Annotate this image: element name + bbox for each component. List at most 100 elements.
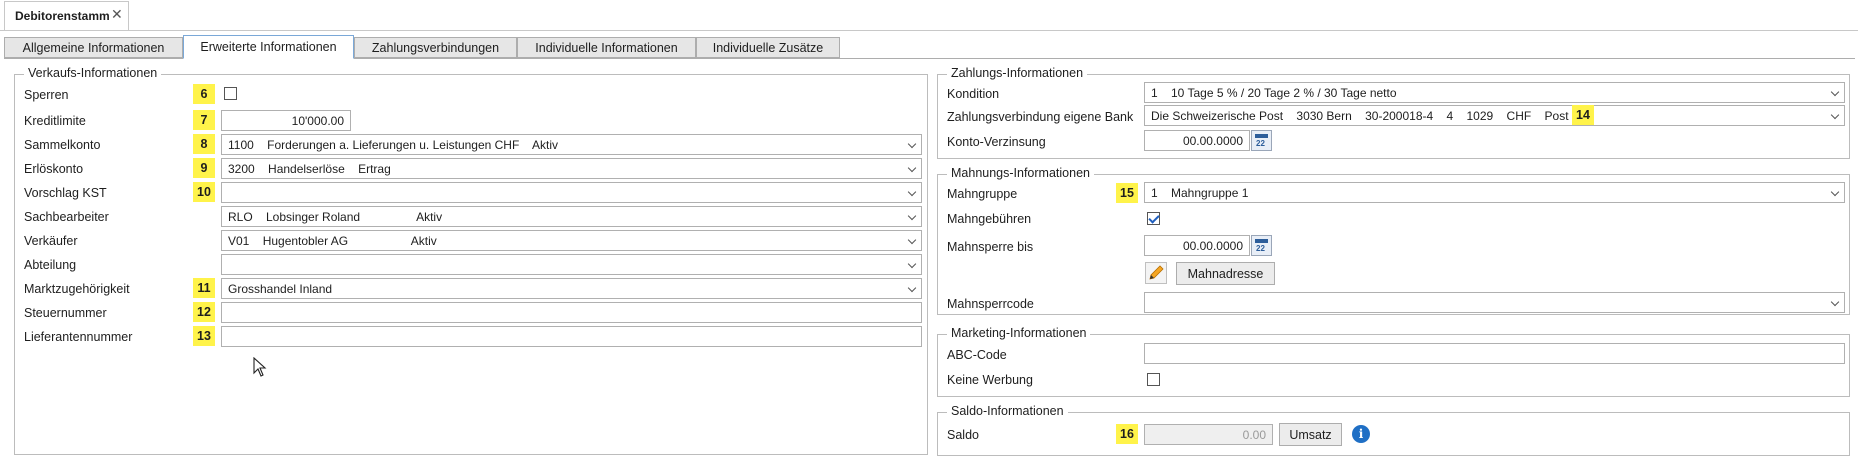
chevron-down-icon — [907, 163, 917, 173]
callout-badge-10: 10 — [193, 182, 215, 202]
marktzugehoerigkeit-value: Grosshandel Inland — [228, 281, 333, 296]
close-icon[interactable]: ✕ — [111, 6, 123, 23]
kreditlimite-input[interactable]: 10'000.00 — [221, 110, 351, 131]
saldo-group — [937, 412, 1850, 456]
chevron-down-icon — [1830, 110, 1840, 120]
tab-strip-divider — [0, 30, 1858, 31]
sperren-checkbox[interactable] — [224, 87, 237, 100]
mahngebuehren-checkbox[interactable] — [1147, 212, 1160, 225]
keine-werbung-checkbox[interactable] — [1147, 373, 1160, 386]
erloeskonto-label: Erlöskonto — [24, 162, 84, 176]
erloeskonto-select[interactable]: 3200 Handelserlöse Ertrag — [221, 158, 922, 179]
verkaeufer-value: V01 Hugentobler AG Aktiv — [228, 233, 437, 248]
marktzugehoerigkeit-select[interactable]: Grosshandel Inland — [221, 278, 922, 299]
chevron-down-icon — [907, 139, 917, 149]
sachbearbeiter-select[interactable]: RLO Lobsinger Roland Aktiv — [221, 206, 922, 227]
sammelkonto-select[interactable]: 1100 Forderungen a. Lieferungen u. Leist… — [221, 134, 922, 155]
mahnungs-group-title: Mahnungs-Informationen — [947, 166, 1094, 180]
tab-individuelle-zusaetze[interactable]: Individuelle Zusätze — [696, 37, 840, 58]
konto-verzinsung-label: Konto-Verzinsung — [947, 135, 1046, 149]
kondition-select[interactable]: 1 10 Tage 5 % / 20 Tage 2 % / 30 Tage ne… — [1144, 82, 1845, 103]
sammelkonto-label: Sammelkonto — [24, 138, 101, 152]
saldo-readonly-field: 0.00 — [1144, 424, 1273, 445]
callout-badge-8: 8 — [193, 134, 215, 154]
verkaeufer-select[interactable]: V01 Hugentobler AG Aktiv — [221, 230, 922, 251]
kondition-label: Kondition — [947, 87, 1000, 101]
sammelkonto-value: 1100 Forderungen a. Lieferungen u. Leist… — [228, 137, 558, 152]
mouse-cursor-icon — [253, 357, 267, 377]
abteilung-select[interactable] — [221, 254, 922, 275]
callout-badge-16: 16 — [1116, 424, 1138, 444]
calendar-header — [1255, 134, 1268, 138]
zahlungsverbindung-bank-value: Die Schweizerische Post 3030 Bern 30-200… — [1151, 108, 1569, 123]
calendar-day: 22 — [1256, 139, 1265, 148]
callout-badge-7: 7 — [193, 110, 215, 130]
konto-verzinsung-value: 00.00.0000 — [1182, 133, 1243, 148]
calendar-icon[interactable]: 22 — [1251, 235, 1272, 256]
edit-pencil-icon[interactable] — [1145, 262, 1167, 284]
marketing-group-title: Marketing-Informationen — [947, 326, 1091, 340]
chevron-down-icon — [1830, 297, 1840, 307]
vorschlag-kst-label: Vorschlag KST — [24, 186, 107, 200]
mahnsperre-bis-value: 00.00.0000 — [1182, 238, 1243, 253]
callout-badge-11: 11 — [193, 278, 215, 298]
mahnsperre-bis-label: Mahnsperre bis — [947, 240, 1034, 254]
keine-werbung-label: Keine Werbung — [947, 373, 1033, 387]
sperren-label: Sperren — [24, 88, 69, 102]
tab-allgemeine-informationen[interactable]: Allgemeine Informationen — [4, 37, 183, 58]
mahngebuehren-label: Mahngebühren — [947, 212, 1032, 226]
konto-verzinsung-date-input[interactable]: 00.00.0000 — [1144, 130, 1250, 151]
info-icon[interactable]: i — [1352, 425, 1370, 443]
tab-erweiterte-informationen[interactable]: Erweiterte Informationen — [183, 35, 354, 59]
callout-badge-12: 12 — [193, 302, 215, 322]
callout-badge-6: 6 — [193, 84, 215, 104]
abc-code-input[interactable] — [1144, 343, 1845, 364]
chevron-down-icon — [907, 259, 917, 269]
chevron-down-icon — [907, 283, 917, 293]
mahnadresse-button[interactable]: Mahnadresse — [1176, 262, 1275, 285]
steuernummer-input[interactable] — [221, 302, 922, 323]
calendar-header — [1255, 239, 1268, 243]
marktzugehoerigkeit-label: Marktzugehörigkeit — [24, 282, 130, 296]
mahnsperre-bis-date-input[interactable]: 00.00.0000 — [1144, 235, 1250, 256]
verkaeufer-label: Verkäufer — [24, 234, 78, 248]
kreditlimite-value: 10'000.00 — [291, 113, 344, 128]
callout-badge-13: 13 — [193, 326, 215, 346]
abc-code-label: ABC-Code — [947, 348, 1007, 362]
saldo-group-title: Saldo-Informationen — [947, 404, 1068, 418]
erloeskonto-value: 3200 Handelserlöse Ertrag — [228, 161, 391, 176]
chevron-down-icon — [1830, 87, 1840, 97]
chevron-down-icon — [1830, 187, 1840, 197]
zahlungsverbindung-bank-label: Zahlungsverbindung eigene Bank — [947, 110, 1134, 124]
tab-zahlungsverbindungen[interactable]: Zahlungsverbindungen — [354, 37, 517, 58]
vorschlag-kst-select[interactable] — [221, 182, 922, 203]
document-tab-title: Debitorenstamm — [15, 9, 110, 23]
tab-individuelle-informationen[interactable]: Individuelle Informationen — [517, 37, 696, 58]
abteilung-label: Abteilung — [24, 258, 77, 272]
mahngruppe-value: 1 Mahngruppe 1 — [1151, 185, 1249, 200]
saldo-value: 0.00 — [1242, 427, 1266, 442]
steuernummer-label: Steuernummer — [24, 306, 107, 320]
mahngruppe-label: Mahngruppe — [947, 187, 1018, 201]
calendar-icon[interactable]: 22 — [1251, 130, 1272, 151]
calendar-day: 22 — [1256, 244, 1265, 253]
callout-badge-14: 14 — [1572, 105, 1594, 125]
mahnsperrcode-label: Mahnsperrcode — [947, 297, 1034, 311]
verkaufs-group-title: Verkaufs-Informationen — [24, 66, 162, 80]
sachbearbeiter-label: Sachbearbeiter — [24, 210, 109, 224]
mahngruppe-select[interactable]: 1 Mahngruppe 1 — [1144, 182, 1845, 203]
zahlungsverbindung-bank-select[interactable]: Die Schweizerische Post 3030 Bern 30-200… — [1144, 105, 1845, 126]
umsatz-button[interactable]: Umsatz — [1279, 423, 1342, 446]
saldo-label: Saldo — [947, 428, 979, 442]
chevron-down-icon — [907, 235, 917, 245]
chevron-down-icon — [907, 211, 917, 221]
callout-badge-15: 15 — [1116, 183, 1138, 203]
chevron-down-icon — [907, 187, 917, 197]
zahlungs-group-title: Zahlungs-Informationen — [947, 66, 1088, 80]
lieferantennummer-input[interactable] — [221, 326, 922, 347]
callout-badge-9: 9 — [193, 158, 215, 178]
kreditlimite-label: Kreditlimite — [24, 114, 86, 128]
sachbearbeiter-value: RLO Lobsinger Roland Aktiv — [228, 209, 443, 224]
mahnsperrcode-select[interactable] — [1144, 292, 1845, 313]
kondition-value: 1 10 Tage 5 % / 20 Tage 2 % / 30 Tage ne… — [1151, 85, 1397, 100]
